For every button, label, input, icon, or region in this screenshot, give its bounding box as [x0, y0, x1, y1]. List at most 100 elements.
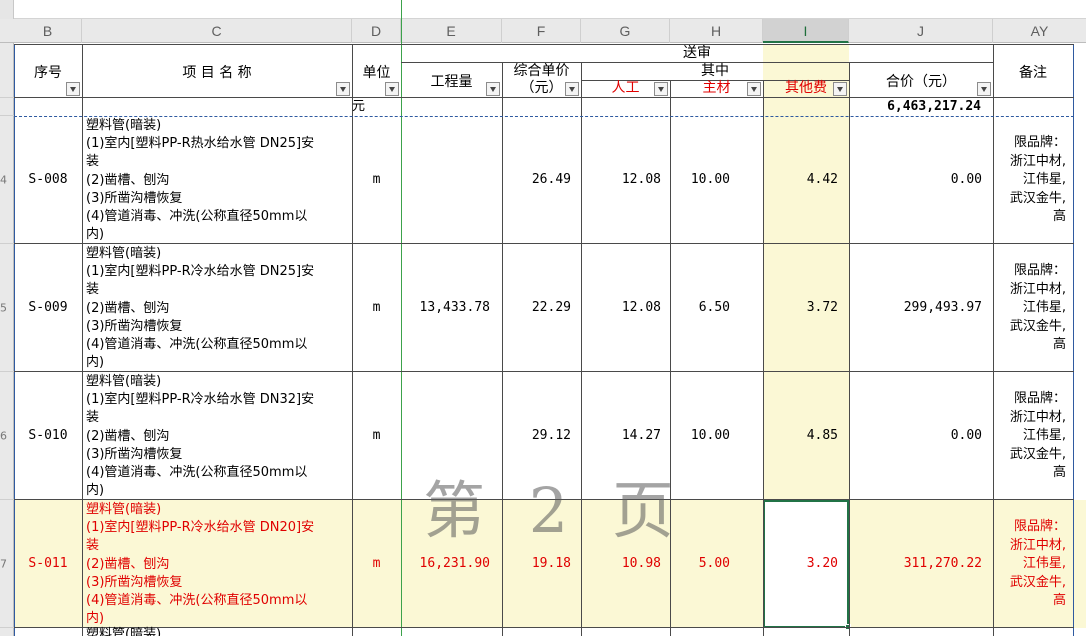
column-header-b[interactable]: B — [14, 19, 82, 43]
remark-line: 武汉金牛, — [1009, 574, 1066, 590]
description-line: (3)所凿沟槽恢复 — [86, 446, 183, 462]
header-remark: 备注 — [1019, 65, 1047, 81]
column-header-d[interactable]: D — [352, 19, 401, 43]
row-material-cell[interactable]: 10.00 — [670, 116, 730, 244]
description-line: 装 — [86, 282, 100, 298]
remark-line: 限品牌： — [1013, 263, 1066, 278]
row-material-cell[interactable]: 6.50 — [670, 244, 730, 372]
description-line: 内) — [86, 483, 105, 499]
filter-quantity-button[interactable] — [486, 82, 500, 96]
column-header-g[interactable]: G — [581, 19, 670, 43]
page-watermark: 第 2 页 — [423, 474, 686, 547]
filter-material-button[interactable] — [747, 82, 761, 96]
description-line: 塑料管(暗装) — [86, 118, 162, 133]
remark-line: 浙江中材, — [1009, 281, 1066, 297]
row-unit-cell[interactable]: m — [352, 372, 401, 500]
remark-line: 高 — [1052, 593, 1066, 609]
row-unit-cell[interactable]: m — [352, 500, 401, 628]
column-header-i[interactable]: I — [763, 19, 849, 43]
row-code-cell[interactable]: S-008 — [14, 116, 82, 244]
description-line: (4)管道消毒、冲洗(公称直径50mm以 — [86, 209, 308, 225]
remark-line: 江伟星, — [1022, 428, 1066, 444]
row-remark-cell[interactable]: 限品牌： 浙江中材, 江伟星, 武汉金牛, 高 — [996, 390, 1066, 483]
column-header-c[interactable]: C — [82, 19, 352, 43]
row-total-cell[interactable]: 299,493.97 — [849, 244, 982, 372]
row-header-4[interactable]: 4 — [0, 116, 14, 244]
row-total-cell[interactable]: 0.00 — [849, 372, 982, 500]
row-unit-cell[interactable]: m — [352, 244, 401, 372]
description-line: (1)室内[塑料PP-R冷水给水管 DN32]安 — [86, 392, 315, 408]
row-quantity-cell[interactable]: 13,433.78 — [401, 244, 490, 372]
row-other-fee-cell[interactable]: 3.20 — [763, 500, 838, 628]
row-header-6[interactable]: 6 — [0, 372, 14, 500]
remark-line: 江伟星, — [1022, 556, 1066, 572]
row-code-cell[interactable]: S-009 — [14, 244, 82, 372]
description-line: (3)所凿沟槽恢复 — [86, 574, 183, 590]
description-line: 内) — [86, 355, 105, 371]
description-line: (2)凿槽、刨沟 — [86, 556, 170, 572]
description-line: 内) — [86, 611, 105, 627]
row-header-7[interactable]: 7 — [0, 500, 14, 628]
description-line: 塑料管(暗装) — [86, 374, 162, 389]
column-header-h[interactable]: H — [670, 19, 763, 43]
row-labor-cell[interactable]: 12.08 — [581, 116, 661, 244]
row-description-cell[interactable]: 塑料管(暗装) (1)室内[塑料PP-R冷水给水管 DN32]安装 (2)凿槽、刨沟… — [86, 373, 314, 500]
row-total-cell[interactable]: 311,270.22 — [849, 500, 982, 628]
filter-unit-button[interactable] — [385, 82, 399, 96]
description-line: (1)室内[塑料PP-R冷水给水管 DN25]安 — [86, 264, 315, 280]
column-header-j[interactable]: J — [849, 19, 993, 43]
row-total-cell[interactable]: 0.00 — [849, 116, 982, 244]
row-other-fee-cell[interactable]: 3.72 — [763, 244, 838, 372]
remark-line: 浙江中材, — [1009, 537, 1066, 553]
row-unit-price-cell[interactable]: 22.29 — [502, 244, 571, 372]
description-line: (2)凿槽、刨沟 — [86, 172, 170, 188]
description-line: (1)室内[塑料PP-R冷水给水管 DN20]安 — [86, 520, 315, 536]
row-other-fee-cell[interactable]: 4.85 — [763, 372, 838, 500]
description-line: 塑料管(暗装) — [86, 502, 162, 517]
row-remark-cell[interactable]: 限品牌： 浙江中材, 江伟星, 武汉金牛, 高 — [996, 262, 1066, 355]
unit-row-currency[interactable]: 元 — [352, 98, 401, 116]
header-seq: 序号 — [34, 65, 62, 81]
description-line: 装 — [86, 154, 100, 170]
row-code-cell[interactable]: S-010 — [14, 372, 82, 500]
row-description-cell[interactable]: 塑料管(暗装) (1)室内[塑料PP-R热水给水管 DN25]安装 (2)凿槽、刨沟… — [86, 117, 314, 244]
row-labor-cell[interactable]: 12.08 — [581, 244, 661, 372]
remark-line: 江伟星, — [1022, 300, 1066, 316]
row-description-cell[interactable]: 塑料管(暗装) (1)室内[塑料PP-R冷水给水管 DN20]安装 (2)凿槽、刨沟… — [86, 501, 314, 628]
row-unit-cell[interactable]: m — [352, 116, 401, 244]
row-header-5[interactable]: 5 — [0, 244, 14, 372]
header-unit-price-line1: 综合单价 — [513, 63, 570, 79]
row-remark-cell[interactable]: 限品牌： 浙江中材, 江伟星, 武汉金牛, 高 — [996, 518, 1066, 611]
row-quantity-cell[interactable] — [401, 116, 490, 244]
header-item-name: 项 目 名 称 — [182, 65, 252, 81]
row-description-cell[interactable]: 塑料管(暗装) (1)室内[塑料PP-R冷水给水管 DN25]安装 (2)凿槽、刨沟… — [86, 245, 314, 372]
remark-line: 浙江中材, — [1009, 153, 1066, 169]
grand-total-cell[interactable]: 6,463,217.24 — [849, 98, 981, 116]
column-header-bar: B C D E F G H I J AY — [0, 19, 1086, 43]
filter-other-fee-button[interactable] — [833, 82, 847, 96]
description-line: (4)管道消毒、冲洗(公称直径50mm以 — [86, 465, 308, 481]
description-line: (4)管道消毒、冲洗(公称直径50mm以 — [86, 337, 308, 353]
remark-line: 高 — [1052, 337, 1066, 353]
remark-line: 限品牌： — [1013, 519, 1066, 534]
filter-seq-button[interactable] — [66, 82, 80, 96]
filter-labor-button[interactable] — [654, 82, 668, 96]
column-header-e[interactable]: E — [401, 19, 502, 43]
remark-line: 限品牌： — [1013, 391, 1066, 406]
filter-total-button[interactable] — [977, 82, 991, 96]
description-line: (3)所凿沟槽恢复 — [86, 318, 183, 334]
description-line: 装 — [86, 410, 100, 426]
remark-line: 武汉金牛, — [1009, 318, 1066, 334]
row-other-fee-cell[interactable]: 4.42 — [763, 116, 838, 244]
column-header-f[interactable]: F — [502, 19, 581, 43]
filter-item-name-button[interactable] — [336, 82, 350, 96]
sheet-top-strip — [0, 0, 1086, 19]
row-code-cell[interactable]: S-011 — [14, 500, 82, 628]
partial-next-row-desc[interactable]: 塑料管(暗装) — [86, 628, 161, 636]
description-line: (2)凿槽、刨沟 — [86, 428, 170, 444]
column-header-ay[interactable]: AY — [993, 19, 1086, 43]
description-line: (4)管道消毒、冲洗(公称直径50mm以 — [86, 593, 308, 609]
row-unit-price-cell[interactable]: 26.49 — [502, 116, 571, 244]
filter-unit-price-button[interactable] — [565, 82, 579, 96]
row-remark-cell[interactable]: 限品牌： 浙江中材, 江伟星, 武汉金牛, 高 — [996, 134, 1066, 227]
